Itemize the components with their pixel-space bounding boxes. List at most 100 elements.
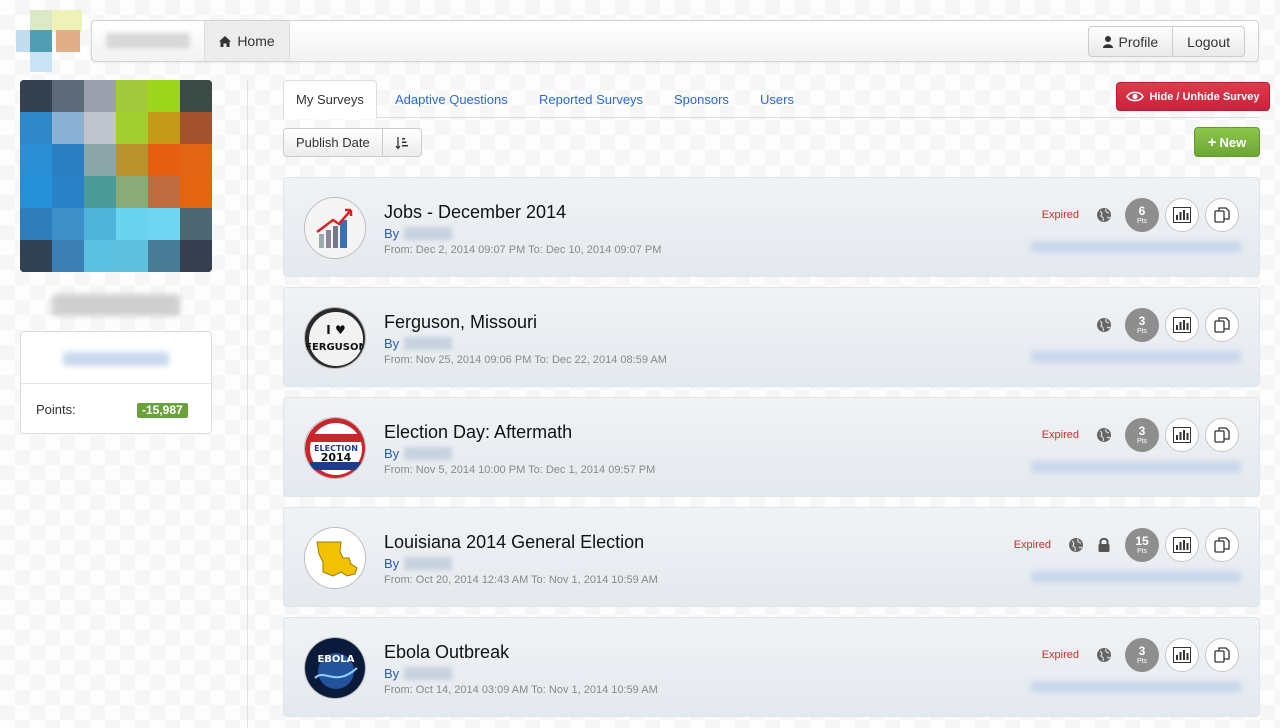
survey-title[interactable]: Ebola Outbreak [384,642,509,663]
tab-adaptive-questions[interactable]: Adaptive Questions [395,80,508,118]
globe-icon [1097,318,1111,332]
bar-chart-icon [1173,317,1191,333]
app-logo[interactable] [16,10,82,72]
survey-card[interactable]: Louisiana 2014 General Election By From:… [283,507,1260,607]
results-chart-button[interactable] [1165,198,1199,232]
ferguson-word-text: FERGUSON [305,342,366,353]
copy-survey-button[interactable] [1205,638,1239,672]
hide-unhide-survey-button[interactable]: Hide / Unhide Survey [1116,82,1270,111]
results-chart-button[interactable] [1165,308,1199,342]
author-blurred[interactable] [404,447,453,460]
profile-label: Profile [1118,33,1159,50]
copy-icon [1214,647,1230,663]
results-chart-button[interactable] [1165,528,1199,562]
survey-author: By [384,666,453,681]
survey-card[interactable]: Jobs - December 2014 By From: Dec 2, 201… [283,177,1260,277]
bar-chart-icon [1173,427,1191,443]
tab-reported-surveys[interactable]: Reported Surveys [539,80,643,118]
points-circle: 15 Pts [1125,528,1159,562]
survey-title[interactable]: Louisiana 2014 General Election [384,532,644,553]
brand-name-blurred[interactable] [106,33,190,49]
ebola-word-text: EBOLA [317,654,354,665]
survey-card[interactable]: I ♥ FERGUSON Ferguson, Missouri By From:… [283,287,1260,387]
tab-sponsors[interactable]: Sponsors [674,80,729,118]
expired-status: Expired [1041,429,1079,441]
expired-status: Expired [1041,209,1079,221]
survey-title[interactable]: Jobs - December 2014 [384,202,566,223]
logout-label: Logout [1187,33,1230,50]
survey-title[interactable]: Ferguson, Missouri [384,312,537,333]
points-unit: Pts [1136,548,1148,555]
ferguson-heart-text: I ♥ [326,323,345,337]
user-info-panel: Points: -15,987 [20,331,212,434]
copy-icon [1214,537,1230,553]
points-number: 3 [1138,644,1146,658]
survey-card[interactable]: ELECTION 2014 Election Day: Aftermath By… [283,397,1260,497]
points-unit: Pts [1136,328,1148,335]
by-label: By [384,336,400,351]
user-avatar[interactable] [20,80,212,272]
tab-label: Reported Surveys [539,91,644,107]
publish-date-sort-button[interactable]: Publish Date [283,128,383,157]
sort-label: Publish Date [296,135,370,150]
username-blurred [52,294,180,316]
bar-chart-icon [1173,647,1191,663]
copy-survey-button[interactable] [1205,198,1239,232]
points-circle: 6 Pts [1125,198,1159,232]
panel-divider [21,383,211,384]
survey-link-blurred[interactable] [1031,571,1241,583]
copy-survey-button[interactable] [1205,418,1239,452]
copy-survey-button[interactable] [1205,528,1239,562]
results-chart-button[interactable] [1165,418,1199,452]
tab-my-surveys[interactable]: My Surveys [283,80,377,119]
survey-thumbnail-ferguson-button[interactable]: I ♥ FERGUSON [304,307,366,369]
globe-icon [1097,428,1111,442]
author-blurred[interactable] [404,337,453,350]
plus-icon: + [1207,133,1217,151]
author-blurred[interactable] [404,557,453,570]
profile-button[interactable]: Profile [1088,26,1174,57]
survey-link-blurred[interactable] [1031,681,1241,693]
survey-dates: From: Dec 2, 2014 09:07 PM To: Dec 10, 2… [384,244,662,256]
copy-icon [1214,427,1230,443]
survey-link-blurred[interactable] [1031,241,1241,253]
sort-order-icon [395,136,408,150]
survey-title[interactable]: Election Day: Aftermath [384,422,572,443]
survey-author: By [384,446,453,461]
sort-direction-button[interactable] [382,128,422,157]
user-link-blurred[interactable] [63,352,169,366]
points-number: 3 [1138,314,1146,328]
by-label: By [384,446,400,461]
expired-status: Expired [1013,539,1051,551]
survey-author: By [384,336,453,351]
survey-tabs: My Surveys Adaptive Questions Reported S… [283,80,1260,119]
survey-thumbnail-louisiana-map[interactable] [304,527,366,589]
by-label: By [384,666,400,681]
home-icon [219,35,232,47]
tab-label: My Surveys [296,92,364,107]
nav-home[interactable]: Home [204,21,290,61]
survey-card[interactable]: EBOLA Ebola Outbreak By From: Oct 14, 20… [283,617,1260,717]
points-badge: -15,987 [137,403,188,418]
author-blurred[interactable] [404,227,453,240]
new-survey-button[interactable]: + New [1194,127,1260,157]
author-blurred[interactable] [404,667,453,680]
survey-thumbnail-ebola-virus[interactable]: EBOLA [304,637,366,699]
points-circle: 3 Pts [1125,418,1159,452]
election-year-text: 2014 [321,451,352,464]
points-unit: Pts [1136,218,1148,225]
by-label: By [384,556,400,571]
survey-thumbnail-election-button[interactable]: ELECTION 2014 [304,417,366,479]
results-chart-button[interactable] [1165,638,1199,672]
tab-users[interactable]: Users [760,80,794,118]
survey-author: By [384,556,453,571]
nav-home-label: Home [237,33,275,49]
survey-link-blurred[interactable] [1031,351,1241,363]
survey-list: Jobs - December 2014 By From: Dec 2, 201… [283,177,1260,727]
survey-link-blurred[interactable] [1031,461,1241,473]
expired-status: Expired [1041,649,1079,661]
copy-survey-button[interactable] [1205,308,1239,342]
survey-thumbnail-jobs-chart[interactable] [304,197,366,259]
eye-icon [1126,91,1145,102]
logout-button[interactable]: Logout [1173,26,1245,57]
